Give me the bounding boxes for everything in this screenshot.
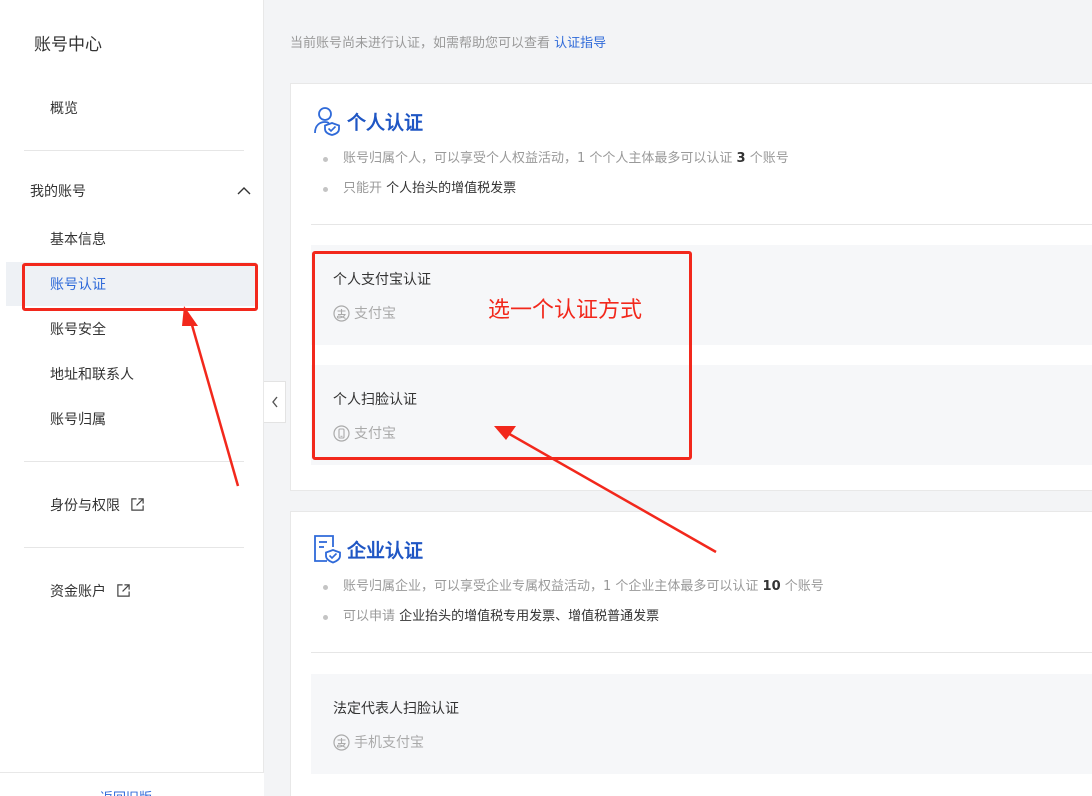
sidebar-item-label: 身份与权限 — [50, 498, 120, 514]
method-title: 法定代表人扫脸认证 — [333, 701, 459, 717]
sidebar-footer: 返回旧版 — [0, 772, 264, 796]
verification-guide-link[interactable]: 认证指导 — [554, 36, 606, 51]
enterprise-shield-icon — [314, 535, 341, 564]
sidebar-divider — [24, 150, 244, 151]
chevron-left-icon — [271, 396, 278, 408]
sidebar-item-overview[interactable]: 概览 — [50, 98, 78, 118]
list-item: 只能开 个人抬头的增值税发票 — [323, 174, 789, 204]
phone-icon — [333, 424, 350, 442]
person-shield-icon — [314, 107, 340, 136]
sidebar: 账号中心 概览 我的账号 基本信息 账号认证 账号安全 地址和联系人 账号归属 … — [0, 0, 264, 796]
chevron-up-icon — [237, 187, 251, 195]
method-provider: 手机支付宝 — [333, 732, 424, 752]
personal-benefits-list: 账号归属个人，可以享受个人权益活动，1 个个人主体最多可以认证 3 个账号 只能… — [323, 144, 789, 204]
list-item: 账号归属企业，可以享受企业专属权益活动，1 个企业主体最多可以认证 10 个账号 — [323, 572, 824, 602]
card-divider — [311, 652, 1092, 653]
annotation-text: 选一个认证方式 — [488, 298, 643, 323]
personal-card-header: 个人认证 — [313, 106, 423, 136]
sidebar-item-account-ownership[interactable]: 账号归属 — [50, 409, 106, 429]
personal-card-title: 个人认证 — [347, 111, 424, 134]
sidebar-title: 账号中心 — [34, 35, 102, 55]
sidebar-item-identity-permissions[interactable]: 身份与权限 — [50, 495, 145, 515]
card-divider — [311, 224, 1092, 225]
personal-verification-card: 个人认证 账号归属个人，可以享受个人权益活动，1 个个人主体最多可以认证 3 个… — [290, 83, 1092, 491]
sidebar-item-basic-info[interactable]: 基本信息 — [50, 229, 106, 249]
sidebar-item-label: 资金账户 — [50, 584, 106, 600]
sidebar-item-address-contacts[interactable]: 地址和联系人 — [50, 364, 134, 384]
sidebar-item-account-verification[interactable]: 账号认证 — [50, 274, 106, 294]
verification-notice: 当前账号尚未进行认证，如需帮助您可以查看 认证指导 — [290, 32, 606, 51]
external-link-icon — [131, 498, 145, 511]
method-provider: 支付宝 — [333, 423, 396, 443]
notice-text: 当前账号尚未进行认证，如需帮助您可以查看 — [290, 36, 555, 51]
method-title: 个人支付宝认证 — [333, 272, 431, 288]
sidebar-collapse-button[interactable] — [264, 381, 286, 423]
method-personal-face-scan[interactable]: 个人扫脸认证 支付宝 — [311, 365, 1092, 465]
external-link-icon — [117, 584, 131, 597]
method-title: 个人扫脸认证 — [333, 392, 417, 408]
sidebar-divider — [24, 461, 244, 462]
sidebar-group-label: 我的账号 — [30, 184, 86, 200]
sidebar-item-account-security[interactable]: 账号安全 — [50, 319, 106, 339]
method-personal-alipay[interactable]: 个人支付宝认证 支付宝 — [311, 245, 1092, 345]
enterprise-card-header: 企业认证 — [313, 534, 423, 564]
enterprise-verification-card: 企业认证 账号归属企业，可以享受企业专属权益活动，1 个企业主体最多可以认证 1… — [290, 511, 1092, 796]
enterprise-card-title: 企业认证 — [347, 539, 424, 562]
back-to-old-version-link[interactable]: 返回旧版 — [100, 787, 152, 796]
list-item: 可以申请 企业抬头的增值税专用发票、增值税普通发票 — [323, 602, 824, 632]
sidebar-group-my-account[interactable]: 我的账号 — [30, 181, 254, 201]
enterprise-benefits-list: 账号归属企业，可以享受企业专属权益活动，1 个企业主体最多可以认证 10 个账号… — [323, 572, 824, 632]
sidebar-divider — [24, 547, 244, 548]
alipay-icon — [333, 304, 350, 322]
alipay-icon — [333, 733, 350, 751]
sidebar-item-fund-account[interactable]: 资金账户 — [50, 581, 131, 601]
method-provider: 支付宝 — [333, 303, 396, 323]
sidebar-active-highlight — [6, 262, 256, 306]
list-item: 账号归属个人，可以享受个人权益活动，1 个个人主体最多可以认证 3 个账号 — [323, 144, 789, 174]
method-legal-rep-face-scan[interactable]: 法定代表人扫脸认证 手机支付宝 — [311, 674, 1092, 774]
